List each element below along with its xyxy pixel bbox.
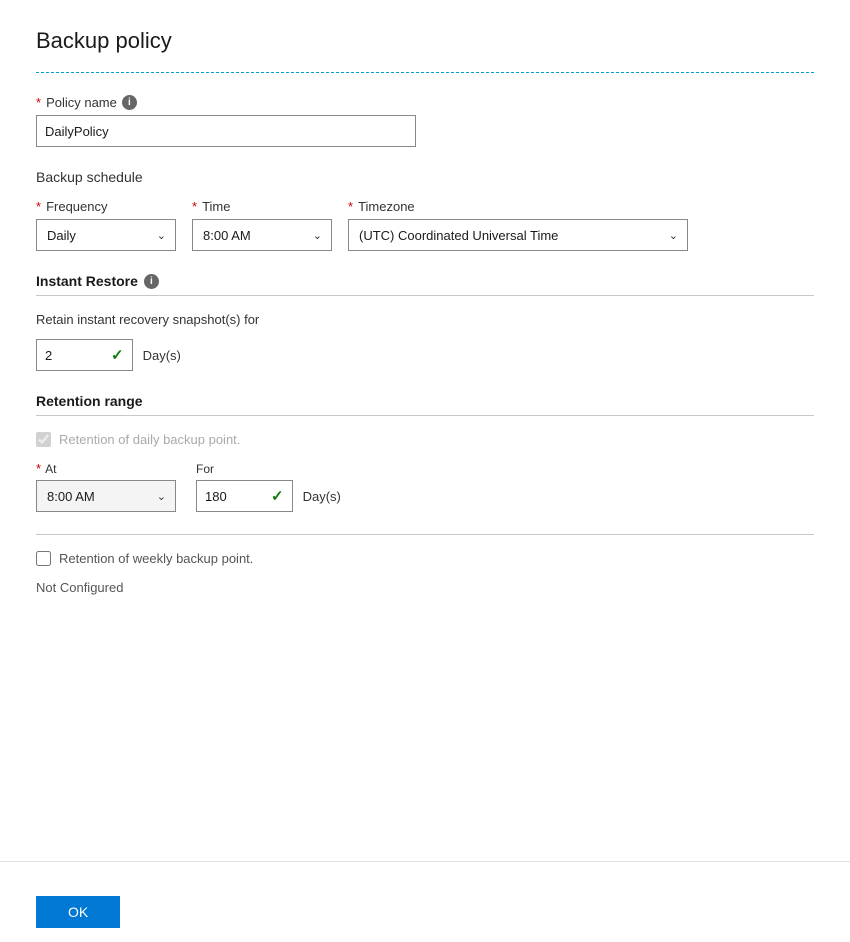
at-time-select[interactable]: 8:00 AM 9:00 AM <box>36 480 176 512</box>
instant-restore-divider <box>36 295 814 296</box>
required-star-tz: * <box>348 199 353 214</box>
frequency-select[interactable]: Daily Weekly Monthly <box>36 219 176 251</box>
time-select-wrapper: 8:00 AM 9:00 AM ⌄ <box>192 219 332 251</box>
for-days-input[interactable] <box>205 489 265 504</box>
retention-range-section: Retention range Retention of daily backu… <box>36 393 814 512</box>
instant-restore-input-wrapper: ✓ <box>36 339 133 371</box>
weekly-retention-label: Retention of weekly backup point. <box>59 551 253 566</box>
timezone-select[interactable]: (UTC) Coordinated Universal Time (UTC+01… <box>348 219 688 251</box>
retention-range-header: Retention range <box>36 393 814 409</box>
timezone-group: * Timezone (UTC) Coordinated Universal T… <box>348 199 688 251</box>
instant-restore-days-input[interactable] <box>45 348 105 363</box>
time-group: * Time 8:00 AM 9:00 AM ⌄ <box>192 199 332 251</box>
at-field: * At 8:00 AM 9:00 AM ⌄ <box>36 461 176 512</box>
backup-policy-panel: Backup policy * Policy name i Backup sch… <box>0 0 850 942</box>
ok-button[interactable]: OK <box>36 896 120 928</box>
instant-restore-check-icon: ✓ <box>111 346 124 364</box>
required-star-freq: * <box>36 199 41 214</box>
frequency-label: * Frequency <box>36 199 176 214</box>
footer-area: OK <box>0 861 850 942</box>
required-star-time: * <box>192 199 197 214</box>
retain-label: Retain instant recovery snapshot(s) for <box>36 312 814 327</box>
weekly-retention-checkbox-wrapper: Retention of weekly backup point. <box>36 551 814 566</box>
policy-name-section: * Policy name i <box>36 95 814 147</box>
top-divider <box>36 72 814 73</box>
instant-restore-header: Instant Restore i <box>36 273 814 289</box>
not-configured-label: Not Configured <box>36 580 814 595</box>
frequency-select-wrapper: Daily Weekly Monthly ⌄ <box>36 219 176 251</box>
schedule-fields-row: * Frequency Daily Weekly Monthly ⌄ * Tim… <box>36 199 814 251</box>
time-label: * Time <box>192 199 332 214</box>
weekly-retention-checkbox[interactable] <box>36 551 51 566</box>
for-label: For <box>196 462 341 476</box>
policy-name-input[interactable] <box>36 115 416 147</box>
required-star-policy: * <box>36 95 41 110</box>
instant-restore-section: Instant Restore i Retain instant recover… <box>36 273 814 371</box>
policy-name-label: * Policy name i <box>36 95 814 110</box>
time-select[interactable]: 8:00 AM 9:00 AM <box>192 219 332 251</box>
for-input-wrapper: ✓ <box>196 480 293 512</box>
backup-schedule-label: Backup schedule <box>36 169 814 185</box>
timezone-select-wrapper: (UTC) Coordinated Universal Time (UTC+01… <box>348 219 688 251</box>
required-star-at: * <box>36 461 41 476</box>
for-value-row: ✓ Day(s) <box>196 480 341 512</box>
weekly-retention-section: Retention of weekly backup point. Not Co… <box>36 534 814 595</box>
instant-restore-unit: Day(s) <box>143 348 181 363</box>
for-field: For ✓ Day(s) <box>196 462 341 512</box>
weekly-divider <box>36 534 814 535</box>
policy-name-info-icon[interactable]: i <box>122 95 137 110</box>
frequency-group: * Frequency Daily Weekly Monthly ⌄ <box>36 199 176 251</box>
backup-schedule-section: Backup schedule * Frequency Daily Weekly… <box>36 169 814 251</box>
for-days-unit: Day(s) <box>303 489 341 504</box>
instant-restore-info-icon[interactable]: i <box>144 274 159 289</box>
instant-restore-value-row: ✓ Day(s) <box>36 339 814 371</box>
for-check-icon: ✓ <box>271 487 284 505</box>
retention-range-divider <box>36 415 814 416</box>
timezone-label: * Timezone <box>348 199 688 214</box>
daily-retention-label: Retention of daily backup point. <box>59 432 240 447</box>
at-for-row: * At 8:00 AM 9:00 AM ⌄ For ✓ <box>36 461 814 512</box>
page-title: Backup policy <box>36 28 814 54</box>
daily-retention-checkbox-wrapper: Retention of daily backup point. <box>36 432 814 447</box>
at-select-wrapper: 8:00 AM 9:00 AM ⌄ <box>36 480 176 512</box>
daily-retention-checkbox[interactable] <box>36 432 51 447</box>
at-label: * At <box>36 461 176 476</box>
